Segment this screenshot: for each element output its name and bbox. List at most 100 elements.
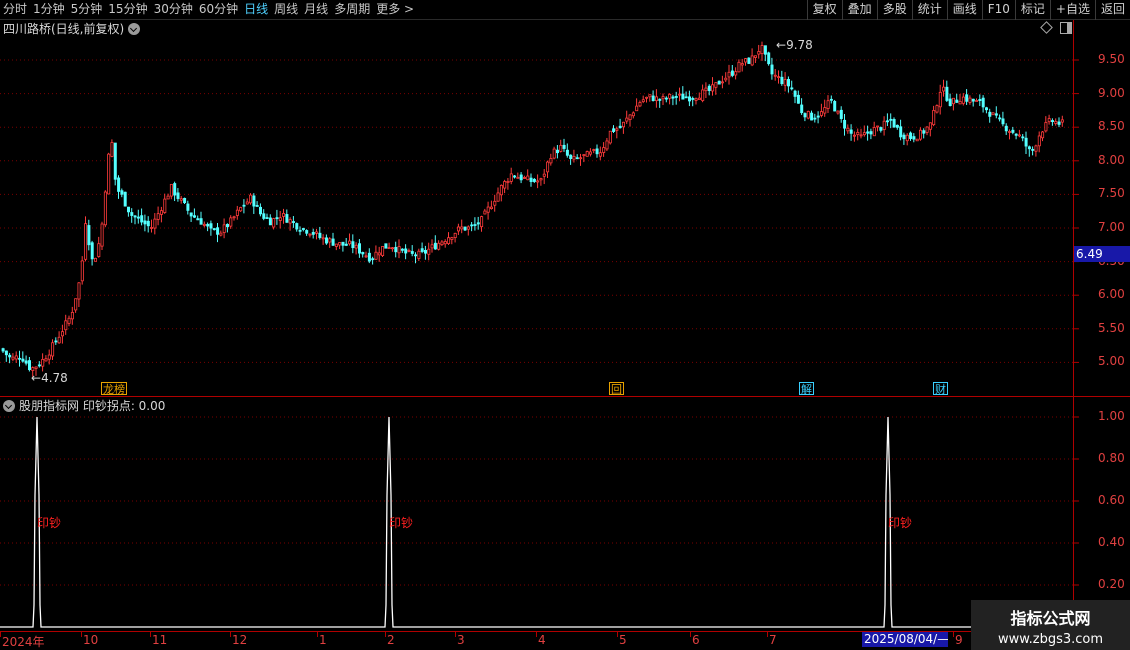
candle-body bbox=[664, 97, 668, 100]
indicator-title[interactable]: 股朋指标网 印钞拐点: 0.00 bbox=[3, 398, 165, 414]
candle-body bbox=[648, 94, 652, 98]
candle-body bbox=[74, 298, 78, 311]
candle-body bbox=[4, 350, 8, 356]
candle-body bbox=[298, 229, 302, 232]
candle-body bbox=[447, 237, 451, 244]
candle-body bbox=[196, 218, 200, 221]
candle-body bbox=[209, 223, 213, 229]
candle-body bbox=[744, 58, 748, 63]
candle-body bbox=[542, 173, 546, 177]
candle-body bbox=[707, 85, 711, 91]
candle-body bbox=[341, 241, 345, 246]
candle-body bbox=[450, 237, 454, 240]
candle-body bbox=[377, 252, 381, 256]
candle-body bbox=[54, 340, 58, 343]
date-tick: 2 bbox=[387, 633, 395, 647]
candle-body bbox=[324, 237, 328, 244]
candle-body bbox=[107, 153, 111, 195]
candle-body bbox=[94, 257, 98, 262]
candle-body bbox=[420, 248, 424, 252]
candle-body bbox=[747, 57, 751, 64]
candle-body bbox=[493, 200, 497, 206]
price-tick: 7.50 bbox=[1098, 186, 1125, 201]
candle-body bbox=[410, 251, 414, 254]
candle-body bbox=[463, 226, 467, 231]
candle-body bbox=[1051, 120, 1055, 123]
candle-body bbox=[57, 336, 61, 344]
indicator-dropdown-icon[interactable] bbox=[3, 400, 15, 412]
candle-body bbox=[173, 183, 177, 196]
chart-canvas[interactable] bbox=[0, 0, 1130, 650]
candle-body bbox=[34, 366, 38, 369]
price-tick: 5.00 bbox=[1098, 354, 1125, 369]
candle-body bbox=[925, 126, 929, 133]
candle-body bbox=[572, 156, 576, 160]
candle-body bbox=[820, 111, 824, 116]
candle-body bbox=[671, 96, 675, 99]
finance-marker[interactable]: 财 bbox=[933, 382, 948, 396]
candle-body bbox=[8, 354, 12, 358]
date-tick: 9 bbox=[955, 633, 963, 647]
candle-body bbox=[1001, 118, 1005, 125]
price-tick: 7.00 bbox=[1098, 220, 1125, 234]
candle-body bbox=[763, 45, 767, 55]
candle-body bbox=[328, 238, 332, 243]
candle-body bbox=[64, 320, 68, 331]
candle-body bbox=[18, 357, 22, 360]
candle-body bbox=[509, 173, 513, 182]
candle-body bbox=[216, 227, 220, 235]
candle-body bbox=[803, 113, 807, 118]
watermark-url: www.zbgs3.com bbox=[997, 632, 1104, 647]
candle-body bbox=[202, 223, 206, 226]
candle-body bbox=[754, 55, 758, 58]
dragon-list-marker[interactable]: 龙榜 bbox=[101, 382, 127, 396]
price-tick: 9.50 bbox=[1098, 52, 1125, 66]
candle-body bbox=[503, 181, 507, 189]
candle-body bbox=[11, 356, 15, 360]
candle-body bbox=[1021, 136, 1025, 139]
candle-body bbox=[1008, 131, 1012, 133]
candle-body bbox=[354, 244, 358, 249]
candle-body bbox=[849, 129, 853, 134]
candle-body bbox=[235, 209, 239, 216]
date-tick: 10 bbox=[83, 633, 99, 647]
candle-body bbox=[483, 210, 487, 215]
candle-body bbox=[255, 205, 259, 207]
candle-body bbox=[562, 144, 566, 149]
candle-body bbox=[622, 121, 626, 128]
candle-body bbox=[998, 117, 1002, 120]
watermark: 指标公式网 www.zbgs3.com bbox=[971, 600, 1130, 650]
candle-body bbox=[529, 177, 533, 183]
candle-body bbox=[489, 206, 493, 209]
candle-body bbox=[892, 119, 896, 128]
candle-body bbox=[321, 237, 325, 240]
candle-body bbox=[806, 111, 810, 119]
candle-body bbox=[113, 142, 117, 180]
recall-marker[interactable]: 回 bbox=[609, 382, 624, 396]
candle-body bbox=[938, 91, 942, 108]
candle-body bbox=[136, 216, 140, 219]
candle-body bbox=[813, 117, 817, 120]
candle-body bbox=[961, 96, 965, 104]
current-date-box: 2025/08/04/— bbox=[862, 632, 948, 647]
candle-body bbox=[288, 219, 292, 224]
candle-body bbox=[27, 360, 31, 371]
candle-body bbox=[334, 243, 338, 247]
date-tick: 11 bbox=[152, 633, 168, 647]
candle-body bbox=[826, 100, 830, 109]
candle-body bbox=[44, 358, 48, 362]
candle-body bbox=[315, 231, 319, 234]
candle-body bbox=[948, 98, 952, 107]
candle-body bbox=[678, 93, 682, 96]
candle-body bbox=[958, 101, 962, 105]
candle-body bbox=[559, 144, 563, 152]
candle-body bbox=[856, 131, 860, 135]
candle-body bbox=[592, 149, 596, 151]
candle-body bbox=[262, 213, 266, 219]
candle-body bbox=[433, 242, 437, 250]
candle-body bbox=[922, 130, 926, 134]
candle-body bbox=[199, 218, 203, 225]
unlock-marker[interactable]: 解 bbox=[799, 382, 814, 396]
candle-body bbox=[150, 227, 154, 229]
candle-body bbox=[374, 251, 378, 260]
